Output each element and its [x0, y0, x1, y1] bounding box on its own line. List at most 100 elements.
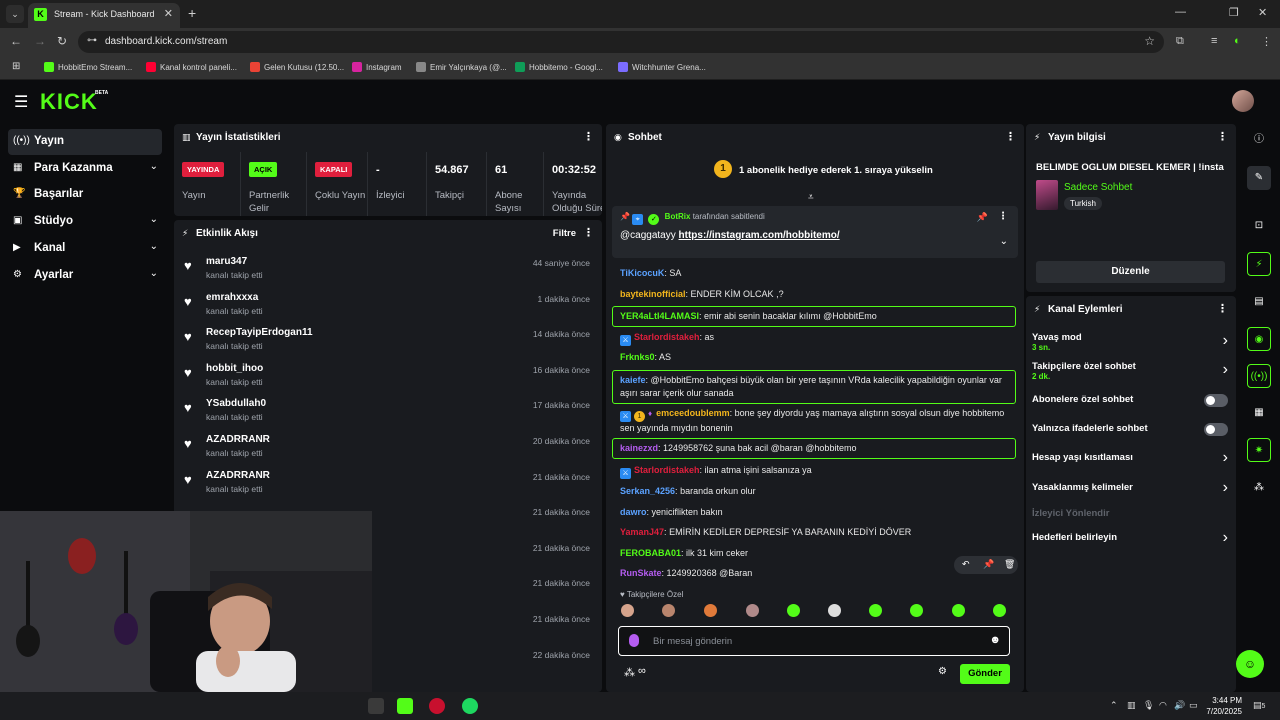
chat-message[interactable]: Serkan_4256: baranda orkun olur — [612, 484, 1016, 499]
channel-actions-menu-icon[interactable]: ⋮ — [1217, 302, 1228, 315]
chat-message[interactable]: ⚔ 1 ♦ emceedoublemm: bone şey diyordu yaş m… — [612, 406, 1016, 436]
chevron-right-icon[interactable]: › — [1223, 362, 1228, 378]
bookmark-1[interactable]: Kanal kontrol paneli... — [146, 62, 237, 72]
close-tab-icon[interactable]: ✕ — [164, 7, 173, 20]
chevron-down-icon[interactable]: ⌄ — [150, 268, 158, 279]
activity-row[interactable]: ♥ hobbit_ihoo kanalı takip etti 16 dakika ö… — [174, 359, 602, 394]
sidebar-item-5[interactable]: ⚙ Ayarlar ⌄ — [8, 263, 162, 289]
chevron-right-icon[interactable]: › — [1223, 480, 1228, 496]
notes-icon[interactable]: ▤ — [1247, 290, 1271, 314]
activity-menu-icon[interactable]: ⋮ — [583, 226, 594, 239]
chat-username[interactable]: Starlordistakeh — [634, 332, 700, 342]
tray-chevron-icon[interactable]: ⌃ — [1110, 700, 1118, 711]
emote-icon[interactable] — [828, 604, 841, 617]
bookmark-4[interactable]: Emir Yalçınkaya (@... — [416, 62, 507, 72]
chat-username[interactable]: baytekinofficial — [620, 289, 686, 299]
chat-username[interactable]: Serkan_4256 — [620, 486, 675, 496]
gift-sub-banner[interactable]: 1 1 abonelik hediye ederek 1. sıraya yük… — [606, 152, 1024, 190]
channel-action-2[interactable]: Abonelere özel sohbet — [1026, 394, 1236, 418]
stream-category[interactable]: Sadece Sohbet — [1064, 182, 1132, 193]
activity-row[interactable]: ♥ RecepTayipErdogan11 kanalı takip etti 14 … — [174, 323, 602, 358]
emoji-icon[interactable]: ☻ — [989, 634, 1001, 646]
sidebar-item-4[interactable]: ▶ Kanal ⌄ — [8, 236, 162, 262]
tab-search-button[interactable]: ⌄ — [6, 5, 24, 23]
capture-icon[interactable]: ⊡ — [1247, 214, 1271, 238]
emote-icon[interactable] — [746, 604, 759, 617]
delete-icon[interactable]: 🗑 — [1004, 559, 1015, 570]
chat-message[interactable]: ⚔ Starlordistakeh: as — [612, 330, 1016, 347]
chat-message[interactable]: dawro: yeniciflikten bakın — [612, 505, 1016, 520]
chat-rail-icon[interactable]: ◉ — [1247, 327, 1271, 351]
emote-icon[interactable] — [662, 604, 675, 617]
taskbar-kick-icon[interactable] — [397, 698, 413, 714]
tray-volume-icon[interactable]: 🔊 — [1174, 700, 1185, 711]
channel-action-5[interactable]: Yasaklanmış kelimeler › — [1026, 480, 1236, 506]
chat-settings-icon[interactable]: ⚙ — [938, 666, 947, 677]
channel-action-4[interactable]: Hesap yaşı kısıtlaması › — [1026, 450, 1236, 476]
activity-username[interactable]: emrahxxxa — [206, 292, 258, 303]
bookmark-star-icon[interactable]: ☆ — [1144, 34, 1155, 48]
chat-username[interactable]: TiKicocuK — [620, 268, 664, 278]
emote-icon[interactable] — [910, 604, 923, 617]
mic-icon[interactable] — [629, 634, 639, 647]
emote-icon[interactable] — [704, 604, 717, 617]
channel-action-7[interactable]: Hedefleri belirleyin › — [1026, 530, 1236, 556]
support-chat-icon[interactable]: ☺ — [1236, 650, 1264, 678]
bookmark-5[interactable]: Hobbitemo - Googl... — [515, 62, 603, 72]
browser-tab[interactable]: K Stream - Kick Dashboard ✕ — [28, 3, 180, 28]
emote-icon[interactable] — [621, 604, 634, 617]
tray-battery-icon[interactable]: ▭ — [1189, 700, 1198, 711]
chat-users-icon[interactable]: ⁂ — [624, 666, 635, 679]
chevron-right-icon[interactable]: › — [1223, 450, 1228, 466]
chat-message[interactable]: ⚔ Starlordistakeh: ilan atma işini salsan… — [612, 463, 1016, 480]
stats-menu-icon[interactable]: ⋮ — [583, 130, 594, 143]
sidebar-item-1[interactable]: ▦ Para Kazanma ⌄ — [8, 156, 162, 182]
chat-message[interactable]: kaiefe: @HobbitEmo bahçesi büyük olan bi… — [612, 370, 1016, 404]
taskbar-spotify-icon[interactable] — [462, 698, 478, 714]
channel-action-1[interactable]: Takipçilere özel sohbet 2 dk. › — [1026, 361, 1236, 385]
expand-chevron-icon[interactable]: ⌄ — [1000, 236, 1008, 247]
tray-network-icon[interactable]: ▥ — [1127, 700, 1136, 711]
chat-username[interactable]: dawro — [620, 507, 647, 517]
chat-username[interactable]: kaiefe — [620, 375, 646, 385]
filter-button[interactable]: Filtre — [553, 228, 576, 239]
restore-icon[interactable]: ❐ — [1229, 6, 1239, 19]
tray-mic-icon[interactable]: 🎙 — [1143, 700, 1154, 711]
chat-username[interactable]: kainezxd — [620, 443, 658, 453]
kick-logo[interactable]: KICK — [40, 89, 98, 115]
chat-username[interactable]: emceedoublemm — [656, 408, 730, 418]
activity-row[interactable]: ♥ AZADRRANR kanalı takip etti 20 dakika önc… — [174, 430, 602, 465]
sidebar-item-0[interactable]: ((•)) Yayın — [8, 129, 162, 155]
new-tab-icon[interactable]: + — [188, 5, 196, 21]
activity-username[interactable]: hobbit_ihoo — [206, 363, 263, 374]
pin-message-icon[interactable]: 📌 — [983, 559, 994, 570]
browser-menu-icon[interactable]: ⋮ — [1261, 35, 1272, 48]
apps-grid-icon[interactable]: ⊞ — [12, 61, 20, 72]
emote-icon[interactable] — [993, 604, 1006, 617]
taskbar-obs-icon[interactable] — [429, 698, 445, 714]
toggle-switch[interactable] — [1204, 423, 1228, 436]
chat-message[interactable]: kainezxd: 1249958762 şuna bak acil @bara… — [612, 438, 1016, 459]
activity-row[interactable]: ♥ maru347 kanalı takip etti 44 saniye önce — [174, 252, 602, 287]
activity-row[interactable]: ♥ emrahxxxa kanalı takip etti 1 dakika önce — [174, 288, 602, 323]
chat-message[interactable]: TiKicocuK: SA — [612, 266, 1016, 281]
edit-button[interactable]: Düzenle — [1036, 261, 1225, 283]
chat-username[interactable]: Frknks0 — [620, 352, 655, 362]
extensions-icon[interactable]: ⧉ — [1176, 35, 1184, 48]
layout-icon[interactable]: ▦ — [1247, 401, 1271, 425]
activity-row[interactable]: ♥ YSabdullah0 kanalı takip etti 17 dakika ö… — [174, 394, 602, 429]
forward-icon[interactable]: → — [34, 34, 46, 48]
pinned-link[interactable]: https://instagram.com/hobbitemo/ — [679, 230, 840, 241]
unpin-icon[interactable]: 📌 — [977, 212, 988, 223]
reload-icon[interactable]: ↻ — [57, 34, 67, 48]
chevron-down-icon[interactable]: ⌄ — [150, 161, 158, 172]
chevron-down-icon[interactable]: ⌄ — [150, 214, 158, 225]
activity-username[interactable]: RecepTayipErdogan11 — [206, 327, 313, 338]
pinned-menu-icon[interactable]: ⋮ — [998, 211, 1008, 222]
stream-info-menu-icon[interactable]: ⋮ — [1217, 130, 1228, 143]
chevron-down-icon[interactable]: ⌄ — [150, 241, 158, 252]
activity-username[interactable]: maru347 — [206, 256, 247, 267]
sidebar-item-2[interactable]: 🏆 Başarılar — [8, 182, 162, 208]
site-info-icon[interactable]: ⊶ — [87, 35, 97, 46]
media-icon[interactable]: ≡ — [1211, 35, 1217, 47]
